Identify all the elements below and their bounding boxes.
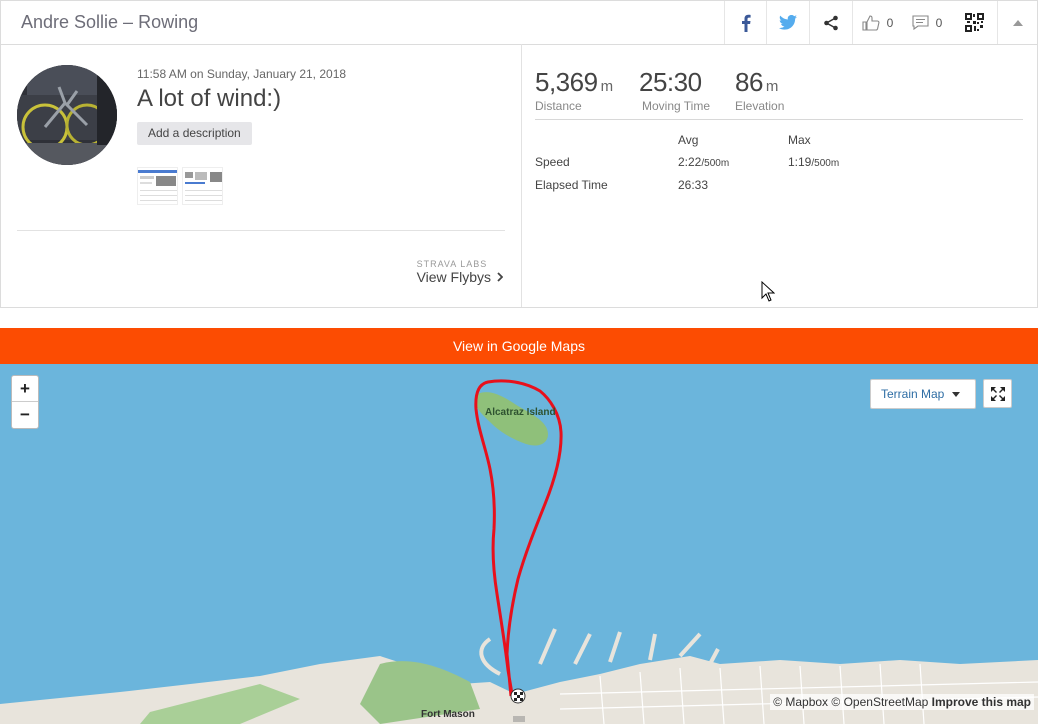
zoom-control: + −	[11, 375, 39, 429]
share-button[interactable]	[809, 1, 852, 44]
mapbox-attribution[interactable]: © Mapbox	[773, 695, 828, 709]
fullscreen-icon	[990, 386, 1005, 401]
comment-icon	[912, 15, 929, 30]
speed-label: Speed	[535, 155, 570, 169]
resize-handle-icon[interactable]	[513, 716, 525, 722]
elapsed-time-value: 26:33	[678, 178, 709, 192]
activity-date: 11:58 AM on Sunday, January 21, 2018	[137, 67, 347, 81]
kudos-count: 0	[886, 15, 894, 30]
max-column-header: Max	[788, 133, 811, 147]
facebook-icon	[741, 14, 751, 32]
photo-thumbnail[interactable]	[137, 167, 178, 205]
qr-code-icon	[965, 13, 984, 32]
stats-divider	[535, 119, 1023, 120]
map-attribution: © Mapbox © OpenStreetMap Improve this ma…	[770, 694, 1034, 710]
add-description-button[interactable]: Add a description	[137, 122, 252, 145]
elevation-unit: m	[765, 78, 779, 95]
osm-attribution[interactable]: © OpenStreetMap	[831, 695, 928, 709]
comments-count: 0	[935, 15, 943, 30]
moving-time-stat: 25:30 Moving Time	[639, 67, 710, 113]
speed-max: 1:19/500m	[788, 155, 839, 169]
fort-mason-label: Fort Mason	[421, 709, 475, 720]
bicycle-photo	[17, 65, 117, 165]
speed-max-unit: /500m	[811, 158, 840, 169]
comments-button[interactable]: 0	[902, 1, 952, 44]
speed-avg-value: 2:22	[678, 155, 702, 169]
speed-max-value: 1:19	[788, 155, 812, 169]
map-canvas: Alcatraz Island Fort Mason	[0, 364, 1038, 724]
moving-time-value: 25:30	[639, 67, 702, 97]
twitter-icon	[779, 15, 797, 30]
view-in-google-maps-button[interactable]: View in Google Maps	[0, 328, 1038, 364]
activity-header: Andre Sollie – Rowing 0 0	[0, 0, 1038, 45]
route-map[interactable]: Alcatraz Island Fort Mason + − Terrain M…	[0, 364, 1038, 724]
elevation-value: 86	[735, 67, 763, 97]
fullscreen-button[interactable]	[983, 379, 1012, 408]
caret-up-icon	[1012, 19, 1023, 26]
speed-avg: 2:22/500m	[678, 155, 729, 169]
section-divider	[17, 230, 505, 231]
kudos-button[interactable]: 0	[852, 1, 902, 44]
screenshot-thumbnail-image	[138, 170, 177, 201]
facebook-share-button[interactable]	[724, 1, 766, 44]
distance-label: Distance	[535, 99, 582, 113]
map-type-label: Terrain Map	[881, 387, 945, 401]
distance-stat: 5,369 m Distance	[535, 67, 613, 113]
photo-thumbnail[interactable]	[182, 167, 223, 205]
alcatraz-island-label: Alcatraz Island	[485, 407, 556, 418]
column-divider	[521, 44, 522, 307]
view-flybys-label: View Flybys	[416, 269, 491, 285]
map-type-select[interactable]: Terrain Map	[870, 379, 976, 409]
qr-code-button[interactable]	[952, 1, 997, 44]
speed-avg-unit: /500m	[701, 158, 730, 169]
screenshot-thumbnail-image	[185, 172, 222, 201]
zoom-out-button[interactable]: −	[12, 402, 38, 428]
collapse-button[interactable]	[997, 1, 1037, 44]
strava-labs-tag: STRAVA LABS	[416, 259, 488, 269]
avg-column-header: Avg	[678, 133, 699, 147]
elevation-label: Elevation	[735, 99, 785, 113]
page-title: Andre Sollie – Rowing	[21, 12, 199, 32]
chevron-right-icon	[497, 272, 503, 282]
mouse-cursor-icon	[761, 281, 775, 302]
zoom-in-button[interactable]: +	[12, 376, 38, 402]
athlete-avatar[interactable]	[17, 65, 117, 165]
elapsed-time-label: Elapsed Time	[535, 178, 608, 192]
caret-down-icon	[952, 391, 961, 397]
twitter-share-button[interactable]	[766, 1, 809, 44]
improve-map-link[interactable]: Improve this map	[932, 695, 1031, 709]
flybys-link[interactable]: STRAVA LABS View Flybys	[417, 259, 503, 285]
activity-summary: 11:58 AM on Sunday, January 21, 2018 A l…	[0, 44, 1038, 308]
thumbs-up-icon	[862, 14, 880, 31]
activity-name: A lot of wind:)	[137, 85, 282, 112]
share-icon	[824, 15, 838, 30]
moving-time-label: Moving Time	[642, 99, 711, 113]
elevation-stat: 86 m Elevation	[735, 67, 784, 113]
distance-value: 5,369	[535, 67, 598, 97]
distance-unit: m	[600, 78, 614, 95]
